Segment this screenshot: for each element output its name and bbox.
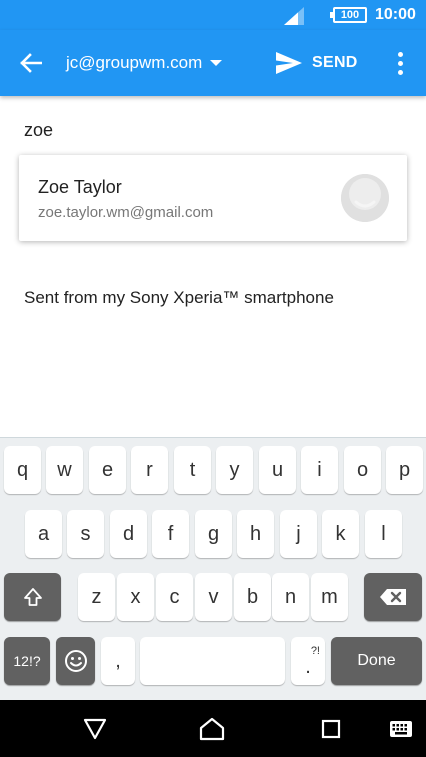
email-body[interactable]: Sent from my Sony Xperia™ smartphone xyxy=(24,288,334,308)
contact-email: zoe.taylor.wm@gmail.com xyxy=(38,204,214,221)
comma-key[interactable]: , xyxy=(101,637,135,685)
done-key[interactable]: Done xyxy=(331,637,422,685)
key-s[interactable]: s xyxy=(67,510,104,558)
key-k[interactable]: k xyxy=(322,510,359,558)
dot-icon xyxy=(397,51,403,57)
dot-icon xyxy=(397,60,403,66)
key-n[interactable]: n xyxy=(272,573,309,621)
send-icon xyxy=(276,52,302,74)
emoji-key[interactable] xyxy=(56,637,95,685)
key-o[interactable]: o xyxy=(344,446,381,494)
recents-icon xyxy=(321,719,341,739)
key-r[interactable]: r xyxy=(131,446,168,494)
key-b[interactable]: b xyxy=(234,573,271,621)
send-button[interactable]: SEND xyxy=(276,47,358,79)
status-bar: 100 10:00 xyxy=(0,0,426,30)
account-email: jc@groupwm.com xyxy=(66,53,203,72)
key-e[interactable]: e xyxy=(89,446,126,494)
key-y[interactable]: y xyxy=(216,446,253,494)
nav-keyboard-button[interactable] xyxy=(386,714,416,744)
app-bar: jc@groupwm.com SEND xyxy=(0,30,426,96)
key-z[interactable]: z xyxy=(78,573,115,621)
key-u[interactable]: u xyxy=(259,446,296,494)
backspace-key[interactable] xyxy=(364,573,422,621)
symbols-key[interactable]: 12!? xyxy=(4,637,50,685)
signal-icon xyxy=(284,7,304,25)
keyboard-icon xyxy=(390,721,412,737)
key-l[interactable]: l xyxy=(365,510,402,558)
dot-icon xyxy=(397,69,403,75)
home-icon xyxy=(199,717,225,741)
key-t[interactable]: t xyxy=(174,446,211,494)
backspace-icon xyxy=(380,589,406,605)
key-p[interactable]: p xyxy=(386,446,423,494)
arrow-back-icon xyxy=(20,53,42,73)
period-key[interactable]: ?! . xyxy=(291,637,325,685)
back-button[interactable] xyxy=(14,47,48,79)
key-g[interactable]: g xyxy=(195,510,232,558)
period-label: . xyxy=(305,656,311,678)
period-alt-label: ?! xyxy=(310,645,320,657)
space-key[interactable] xyxy=(140,637,285,685)
key-h[interactable]: h xyxy=(237,510,274,558)
navigation-bar xyxy=(0,700,426,757)
key-q[interactable]: q xyxy=(4,446,41,494)
key-j[interactable]: j xyxy=(280,510,317,558)
key-w[interactable]: w xyxy=(46,446,83,494)
nav-recents-button[interactable] xyxy=(316,714,346,744)
status-clock: 10:00 xyxy=(375,6,416,23)
soft-keyboard: q w e r t y u i o p a s d f g h j k l z … xyxy=(0,437,426,700)
shift-key[interactable] xyxy=(4,573,61,621)
key-m[interactable]: m xyxy=(311,573,348,621)
battery-level: 100 xyxy=(340,9,360,21)
key-d[interactable]: d xyxy=(110,510,147,558)
shift-icon xyxy=(23,588,42,606)
nav-back-button[interactable] xyxy=(80,714,110,744)
key-i[interactable]: i xyxy=(301,446,338,494)
contact-avatar xyxy=(341,174,389,222)
contact-name: Zoe Taylor xyxy=(38,177,122,197)
key-f[interactable]: f xyxy=(152,510,189,558)
nav-home-button[interactable] xyxy=(197,714,227,744)
account-selector[interactable]: jc@groupwm.com xyxy=(66,52,223,74)
avatar-placeholder-icon xyxy=(341,174,389,222)
battery-icon: 100 xyxy=(330,7,367,23)
dropdown-arrow-icon xyxy=(210,60,223,66)
more-options-button[interactable] xyxy=(389,47,411,79)
key-x[interactable]: x xyxy=(117,573,154,621)
triangle-back-icon xyxy=(83,718,107,740)
emoji-icon xyxy=(64,650,87,672)
to-field[interactable]: zoe xyxy=(24,120,53,141)
contact-suggestion[interactable]: Zoe Taylor zoe.taylor.wm@gmail.com xyxy=(19,155,407,241)
key-v[interactable]: v xyxy=(195,573,232,621)
key-c[interactable]: c xyxy=(156,573,193,621)
key-a[interactable]: a xyxy=(25,510,62,558)
send-label: SEND xyxy=(312,54,358,71)
